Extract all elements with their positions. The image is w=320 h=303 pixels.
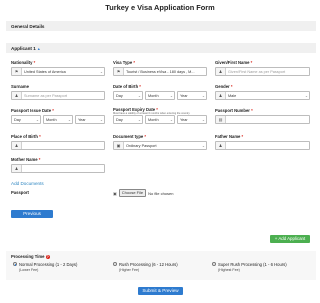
expiry-month-select[interactable]: Month ⌄ — [145, 115, 175, 124]
processing-option-normal[interactable]: Normal Processing (1 - 2 Days) (Lower Fe… — [13, 262, 77, 272]
expiry-date-selects: Day ⌄ Month ⌄ Year ⌄ — [113, 115, 207, 124]
dob-month-select[interactable]: Month ⌄ — [145, 91, 175, 100]
dob-year-select[interactable]: Year ⌄ — [177, 91, 207, 100]
chevron-down-icon: ⌄ — [137, 93, 141, 98]
gender-label: Gender * — [215, 84, 233, 89]
processing-option-label: Super Rush Processing (1 - 6 Hours) — [218, 262, 287, 267]
user-icon: ♟ — [12, 142, 22, 149]
passport-file-input[interactable]: ▣ Choose File No file chosen — [113, 189, 173, 197]
passport-number-label: Passport Number * — [215, 108, 253, 113]
processing-option-rush[interactable]: Rush Processing (6 - 12 Hours) (Higher F… — [113, 262, 178, 272]
add-applicant-button[interactable]: + Add Applicant — [270, 235, 310, 243]
nationality-label: Nationality * — [11, 60, 36, 65]
given-name-label: Given/First Name * — [215, 60, 253, 65]
chevron-down-icon: ⌄ — [201, 143, 205, 148]
flag-icon: ⚑ — [114, 68, 124, 75]
issue-year-select[interactable]: Year ⌄ — [75, 115, 105, 124]
processing-option-label: Normal Processing (1 - 2 Days) — [19, 262, 78, 267]
place-of-birth-input[interactable]: ♟ — [11, 141, 105, 150]
radio-unselected[interactable] — [212, 262, 216, 267]
mother-name-label: Mother Name * — [11, 157, 41, 162]
expiry-year-select[interactable]: Year ⌄ — [177, 115, 207, 124]
gender-select[interactable]: ♟ Male ⌄ — [215, 91, 310, 100]
visa-type-select[interactable]: ⚑ Tourist / Business eVisa - 180 days , … — [113, 67, 207, 76]
info-icon: ? — [45, 254, 50, 260]
processing-fee: (Highest Fee) — [218, 268, 240, 272]
chevron-down-icon: ⌄ — [137, 117, 141, 122]
document-type-label: Document type * — [113, 134, 147, 139]
previous-button[interactable]: Previous — [11, 210, 53, 218]
visa-type-label: Visa Type * — [113, 60, 135, 65]
chevron-down-icon: ⌄ — [169, 117, 173, 122]
processing-option-super-rush[interactable]: Super Rush Processing (1 - 6 Hours) (Hig… — [212, 262, 287, 272]
document-icon: ▣ — [114, 142, 124, 149]
issue-day-select[interactable]: Day ⌄ — [11, 115, 41, 124]
radio-unselected[interactable] — [113, 262, 117, 267]
user-icon: ♟ — [12, 92, 22, 99]
applicant-label: Applicant 1 — [11, 45, 36, 51]
processing-fee: (Lower Fee) — [19, 268, 39, 272]
document-icon: ▣ — [113, 190, 117, 196]
user-icon: ♟ — [216, 92, 226, 99]
chevron-down-icon: ⌄ — [35, 117, 39, 122]
chevron-down-icon: ⌄ — [169, 93, 173, 98]
user-icon: ♟ — [216, 142, 226, 149]
surname-input[interactable]: ♟ Surname as per Passport — [11, 91, 105, 100]
chevron-up-icon[interactable]: ▲ — [37, 47, 41, 51]
dob-label: Date of Birth * — [113, 84, 141, 89]
user-icon: ♟ — [216, 68, 226, 75]
id-card-icon: ▤ — [216, 116, 226, 123]
processing-option-label: Rush Processing (6 - 12 Hours) — [119, 262, 178, 267]
issue-date-label: Passport Issue Date * — [11, 108, 54, 113]
given-name-input[interactable]: ♟ Given/First Name as per Passport — [215, 67, 310, 76]
flag-icon: ⚑ — [12, 68, 22, 75]
place-of-birth-label: Place of Birth * — [11, 134, 41, 139]
processing-time-label: Processing Time ? — [11, 254, 50, 260]
expiry-day-select[interactable]: Day ⌄ — [113, 115, 143, 124]
surname-label: Surname — [11, 84, 29, 89]
chevron-down-icon: ⌄ — [99, 69, 103, 74]
chevron-down-icon: ⌄ — [67, 117, 71, 122]
dob-day-select[interactable]: Day ⌄ — [113, 91, 143, 100]
chevron-down-icon: ⌄ — [304, 93, 308, 98]
nationality-select[interactable]: ⚑ United States of America ⌄ — [11, 67, 105, 76]
radio-selected[interactable] — [13, 262, 17, 267]
submit-preview-button[interactable]: Submit & Preview — [138, 287, 183, 295]
add-documents-link[interactable]: Add Documents — [11, 181, 44, 186]
dob-selects: Day ⌄ Month ⌄ Year ⌄ — [113, 91, 207, 100]
passport-upload-label: Passport — [11, 190, 29, 195]
chevron-down-icon: ⌄ — [201, 117, 205, 122]
chevron-down-icon: ⌄ — [201, 93, 205, 98]
father-name-label: Father Name * — [215, 134, 244, 139]
issue-date-selects: Day ⌄ Month ⌄ Year ⌄ — [11, 115, 105, 124]
chevron-down-icon: ⌄ — [99, 117, 103, 122]
issue-month-select[interactable]: Month ⌄ — [43, 115, 73, 124]
document-type-select[interactable]: ▣ Ordinary Passport ⌄ — [113, 141, 207, 150]
mother-name-input[interactable]: ♟ — [11, 164, 105, 173]
file-status: No file chosen — [148, 190, 174, 196]
processing-fee: (Higher Fee) — [119, 268, 140, 272]
applicant-section-header[interactable]: Applicant 1 ▲ — [6, 43, 316, 53]
user-icon: ♟ — [12, 165, 22, 172]
general-details-section: General Details — [6, 21, 316, 31]
passport-number-input[interactable]: ▤ — [215, 115, 310, 124]
general-details-label: General Details — [11, 23, 45, 29]
father-name-input[interactable]: ♟ — [215, 141, 310, 150]
page-title: Turkey e Visa Application Form — [105, 3, 215, 12]
choose-file-button[interactable]: Choose File — [118, 189, 147, 197]
